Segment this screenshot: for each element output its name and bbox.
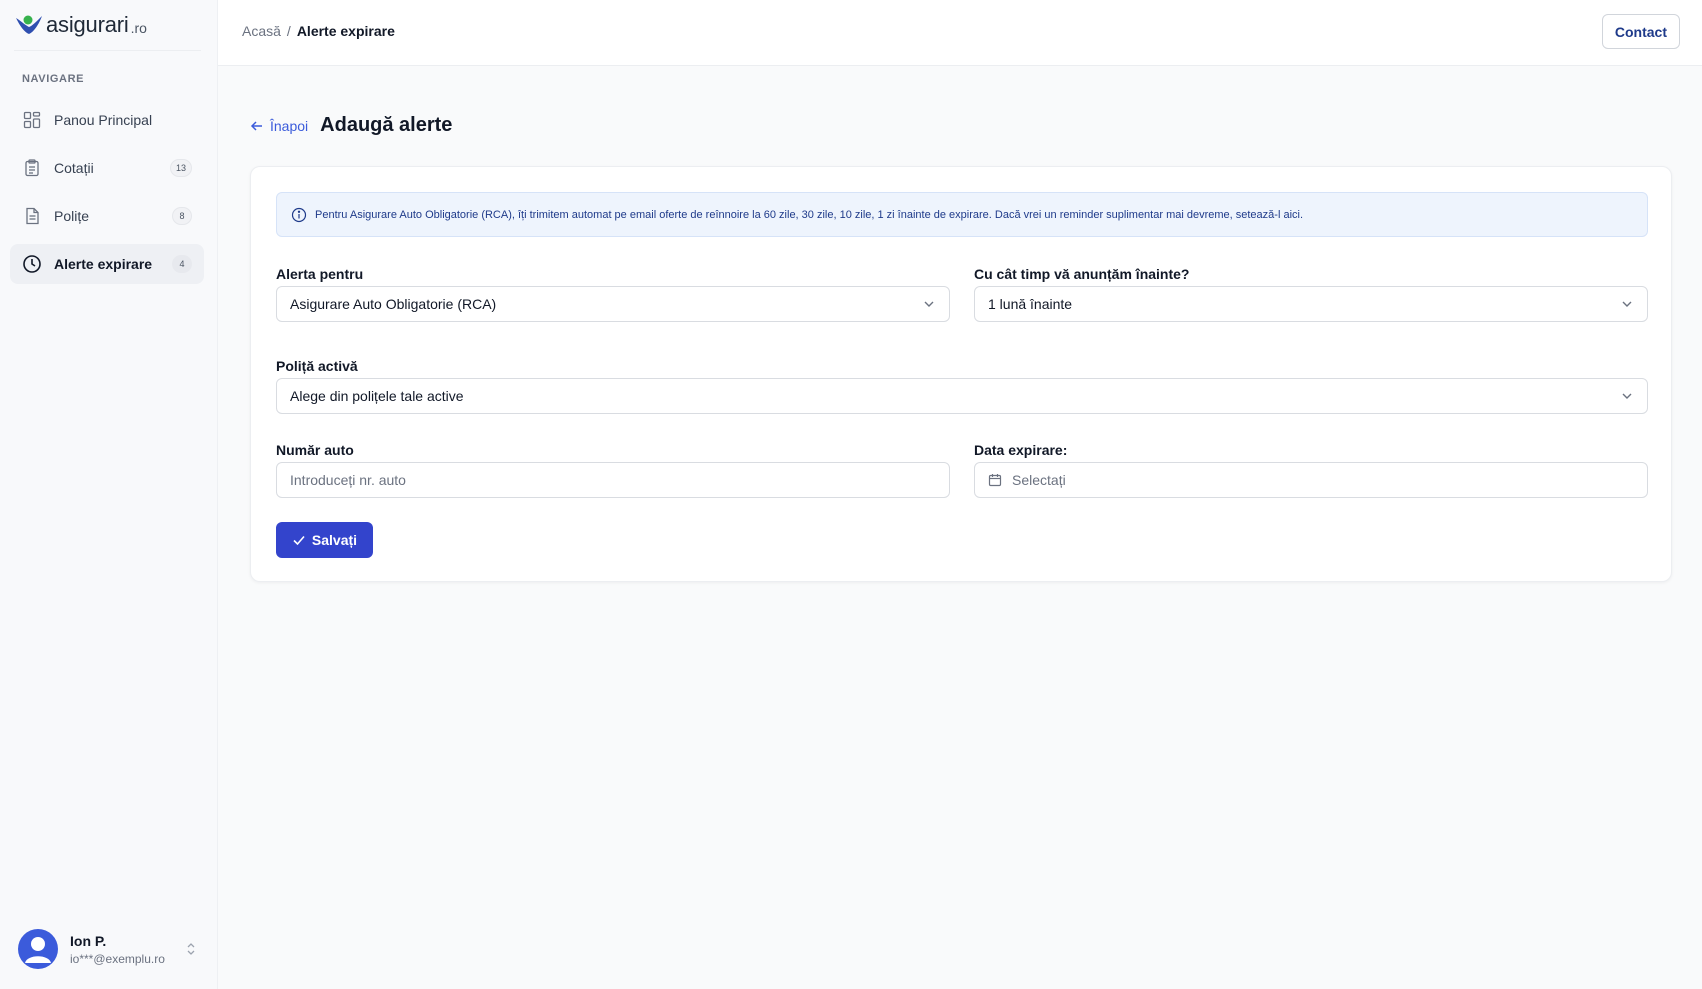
expiry-label: Data expirare: <box>974 442 1068 458</box>
breadcrumb-home[interactable]: Acasă <box>242 23 281 39</box>
count-badge: 8 <box>172 207 192 225</box>
save-button[interactable]: Salvați <box>276 522 373 558</box>
notice-select[interactable]: 1 lună înainte <box>974 286 1648 322</box>
brand-name: asigurari <box>46 12 129 37</box>
topbar: Acasă / Alerte expirare Contact <box>218 0 1702 66</box>
sidebar-item-label: Cotații <box>54 160 94 176</box>
save-label: Salvați <box>311 532 358 548</box>
check-icon <box>293 535 305 546</box>
alert-for-select[interactable]: Asigurare Auto Obligatorie (RCA) <box>276 286 950 322</box>
logo-icon <box>16 15 42 34</box>
expiry-placeholder: Selectați <box>1012 472 1066 488</box>
arrow-left-icon <box>250 120 262 131</box>
plate-placeholder: Introduceți nr. auto <box>290 472 406 488</box>
dashboard-icon <box>22 110 42 130</box>
sidebar-nav: Panou Principal Cotații 13 Polițe 8 Aler… <box>10 100 204 292</box>
sidebar-item-policies[interactable]: Polițe 8 <box>10 196 204 236</box>
count-badge: 13 <box>169 159 192 177</box>
user-menu[interactable]: Ion P. io***@exemplu.ro <box>18 927 198 971</box>
back-link[interactable]: Înapoi <box>250 118 308 134</box>
info-icon <box>291 207 307 222</box>
alert-for-label: Alerta pentru <box>276 266 364 282</box>
info-banner: Pentru Asigurare Auto Obligatorie (RCA),… <box>276 192 1648 237</box>
policy-label: Poliță activă <box>276 358 358 374</box>
expiry-date-picker[interactable]: Selectați <box>974 462 1648 498</box>
brand-tld: .ro <box>130 20 147 36</box>
breadcrumb-separator: / <box>286 23 291 39</box>
back-label: Înapoi <box>270 117 309 134</box>
page-header: Înapoi Adaugă alerte <box>250 114 452 137</box>
user-name: Ion P. <box>70 932 107 949</box>
breadcrumb: Acasă / Alerte expirare <box>242 23 395 39</box>
notice-value: 1 lună înainte <box>988 296 1073 312</box>
sidebar-item-dashboard[interactable]: Panou Principal <box>10 100 204 140</box>
page-title: Adaugă alerte <box>320 114 453 136</box>
active-policy-select[interactable]: Alege din polițele tale active <box>276 378 1648 414</box>
user-email: io***@exemplu.ro <box>70 951 165 966</box>
chevron-down-icon <box>1622 393 1632 399</box>
plate-number-input[interactable]: Introduceți nr. auto <box>276 462 950 498</box>
sidebar: asigurari .ro NAVIGARE Panou Principal C… <box>0 0 218 989</box>
count-badge: 4 <box>172 255 192 273</box>
alert-for-value: Asigurare Auto Obligatorie (RCA) <box>290 296 497 312</box>
sidebar-item-label: Polițe <box>54 208 90 224</box>
clock-icon <box>22 254 42 274</box>
policy-value: Alege din polițele tale active <box>290 388 464 404</box>
avatar <box>18 929 58 969</box>
divider <box>14 50 201 51</box>
chevron-down-icon <box>924 301 934 307</box>
brand-logo[interactable]: asigurari .ro <box>14 10 147 40</box>
user-icon <box>25 937 51 963</box>
sidebar-item-label: Panou Principal <box>54 112 153 128</box>
document-icon <box>22 206 42 226</box>
contact-button[interactable]: Contact <box>1601 14 1680 49</box>
sidebar-item-quotes[interactable]: Cotații 13 <box>10 148 204 188</box>
sidebar-item-expiry-alerts[interactable]: Alerte expirare 4 <box>10 244 204 284</box>
calendar-icon <box>988 474 1002 487</box>
notice-label: Cu cât timp vă anunțăm înainte? <box>974 266 1190 282</box>
clipboard-icon <box>22 158 42 178</box>
nav-heading: NAVIGARE <box>22 73 85 85</box>
plate-label: Număr auto <box>276 442 354 458</box>
sidebar-item-label: Alerte expirare <box>54 256 153 272</box>
chevron-down-icon <box>1622 301 1632 307</box>
chevron-up-down-icon <box>187 943 195 955</box>
info-text: Pentru Asigurare Auto Obligatorie (RCA),… <box>315 208 1304 221</box>
alert-form-card: Pentru Asigurare Auto Obligatorie (RCA),… <box>250 166 1672 582</box>
user-info: Ion P. io***@exemplu.ro <box>70 933 184 966</box>
breadcrumb-current: Alerte expirare <box>296 23 395 39</box>
